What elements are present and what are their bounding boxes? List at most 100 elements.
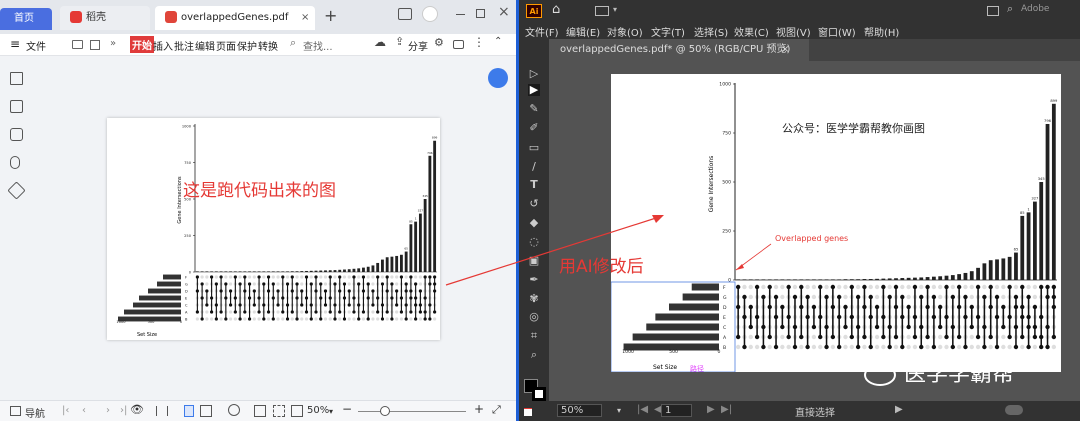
- prev-page-icon[interactable]: ‹: [82, 405, 86, 416]
- eyedropper-tool-icon[interactable]: ✒: [528, 274, 540, 286]
- single-page-icon[interactable]: [184, 405, 194, 417]
- chevron-up-icon[interactable]: ⌃: [494, 36, 502, 47]
- tab-home[interactable]: 首页: [0, 8, 52, 30]
- comment-panel-icon[interactable]: [10, 128, 23, 141]
- zoom-slider[interactable]: [358, 411, 466, 412]
- menu-effect[interactable]: 效果(C): [734, 24, 769, 39]
- zoom-slider-thumb[interactable]: [380, 406, 390, 416]
- ribbon-tab-edit[interactable]: 编辑: [195, 38, 215, 53]
- ai-zoom-value[interactable]: 50%: [557, 404, 603, 417]
- screen-icon[interactable]: [398, 8, 412, 20]
- workspace-dropdown-icon[interactable]: ▾: [613, 5, 617, 14]
- rotate-tool-icon[interactable]: ↺: [528, 198, 540, 210]
- tab-daoke[interactable]: 稻壳: [60, 6, 150, 30]
- search-icon[interactable]: ⌕: [290, 36, 296, 50]
- tab-kaishi[interactable]: 开始: [130, 36, 154, 53]
- more-icon[interactable]: ⋮: [473, 35, 485, 49]
- ribbon-tab-annotate[interactable]: 批注: [174, 38, 194, 53]
- ai-artboard-number[interactable]: 1: [661, 404, 693, 417]
- ai-next-artboard-icon[interactable]: ▶: [707, 404, 715, 415]
- lasso-tool-icon[interactable]: ◌: [528, 236, 540, 248]
- curvature-tool-icon[interactable]: ✐: [528, 122, 540, 134]
- menu-window[interactable]: 窗口(W): [818, 24, 856, 39]
- menu-edit[interactable]: 编辑(E): [566, 24, 600, 39]
- fit-width-icon[interactable]: [291, 405, 303, 417]
- blend-tool-icon[interactable]: ◎: [528, 311, 540, 323]
- eraser-tool-icon[interactable]: ◆: [528, 217, 540, 229]
- minimize-icon[interactable]: [456, 14, 465, 15]
- search-label[interactable]: Adobe: [1021, 4, 1049, 14]
- menu-file[interactable]: 文件(F): [525, 24, 559, 39]
- workspace-icon[interactable]: [595, 6, 609, 16]
- maximize-icon[interactable]: [476, 9, 485, 18]
- menu-view[interactable]: 视图(V): [776, 24, 811, 39]
- zoom-out-button[interactable]: −: [342, 402, 352, 416]
- split-icon[interactable]: [156, 406, 168, 416]
- zoom-value[interactable]: 50%: [307, 405, 329, 416]
- ai-status-arrow-icon[interactable]: ▶: [895, 404, 903, 415]
- file-menu[interactable]: 文件: [26, 38, 46, 53]
- zoom-in-button[interactable]: +: [474, 402, 484, 416]
- ai-zoom-dropdown-icon[interactable]: ▾: [617, 406, 621, 415]
- share-button[interactable]: 分享: [408, 38, 428, 53]
- ribbon-tab-convert[interactable]: 转换: [258, 38, 278, 53]
- image-icon[interactable]: [10, 100, 23, 113]
- home-icon[interactable]: ⌂: [552, 2, 560, 17]
- zoom-tool-icon[interactable]: ⌕: [528, 349, 540, 361]
- menu-object[interactable]: 对象(O): [607, 24, 643, 39]
- open-folder-icon[interactable]: [72, 40, 83, 49]
- comment-icon[interactable]: [453, 40, 464, 49]
- ai-last-artboard-icon[interactable]: ▶|: [721, 404, 732, 415]
- attachment-icon[interactable]: [10, 156, 20, 169]
- nav-label[interactable]: 导航: [25, 405, 45, 420]
- menu-help[interactable]: 帮助(H): [864, 24, 899, 39]
- signature-icon[interactable]: [7, 181, 26, 200]
- save-icon[interactable]: [90, 40, 100, 50]
- artboard-tool-icon[interactable]: ⌗: [528, 330, 540, 342]
- share-icon[interactable]: ⇪: [395, 35, 404, 48]
- close-icon[interactable]: ×: [781, 39, 789, 61]
- free-transform-tool-icon[interactable]: ▣: [528, 255, 540, 267]
- tab-pdf[interactable]: overlappedGenes.pdf ×: [155, 6, 315, 30]
- ribbon-tab-insert[interactable]: 插入: [153, 38, 173, 53]
- menu-type[interactable]: 文字(T): [651, 24, 685, 39]
- none-swatch-icon[interactable]: [524, 408, 532, 416]
- nav-icon[interactable]: [10, 406, 21, 416]
- search-icon[interactable]: ⌕: [1007, 2, 1013, 16]
- hamburger-icon[interactable]: ≡: [10, 37, 20, 51]
- menu-select[interactable]: 选择(S): [694, 24, 728, 39]
- double-page-icon[interactable]: [200, 405, 212, 417]
- bookmark-icon[interactable]: [10, 72, 23, 85]
- window-close-icon[interactable]: ×: [498, 4, 510, 20]
- play-icon[interactable]: [228, 404, 240, 416]
- ribbon-tab-page[interactable]: 页面: [216, 38, 236, 53]
- selection-tool-icon[interactable]: ▷: [528, 68, 540, 80]
- close-icon[interactable]: ×: [301, 6, 309, 30]
- ai-scrollbar-thumb[interactable]: [1005, 405, 1023, 415]
- fullscreen-icon[interactable]: ⤢: [492, 403, 501, 417]
- more-chevrons-icon[interactable]: »: [110, 38, 116, 49]
- ribbon-tab-protect[interactable]: 保护: [237, 38, 257, 53]
- doc-tab[interactable]: overlappedGenes.pdf* @ 50% (RGB/CPU 预览) ×: [549, 39, 809, 61]
- last-page-icon[interactable]: ›|: [120, 405, 127, 416]
- actual-size-icon[interactable]: [254, 405, 266, 417]
- direct-selection-tool-icon[interactable]: ▶: [528, 84, 540, 96]
- zoom-dropdown-icon[interactable]: ▾: [329, 407, 333, 416]
- new-tab-button[interactable]: +: [324, 6, 337, 25]
- settings-icon[interactable]: ⚙: [434, 36, 444, 49]
- search-input[interactable]: 查找...: [303, 38, 333, 53]
- stroke-swatch[interactable]: [532, 387, 546, 401]
- next-page-icon[interactable]: ›: [106, 405, 110, 416]
- avatar[interactable]: [422, 6, 438, 22]
- floating-tool-icon[interactable]: [488, 68, 508, 88]
- symbol-sprayer-tool-icon[interactable]: ✾: [528, 293, 540, 305]
- ai-first-artboard-icon[interactable]: |◀: [637, 404, 648, 415]
- cloud-icon[interactable]: ☁: [374, 35, 386, 49]
- pen-tool-icon[interactable]: ✎: [528, 103, 540, 115]
- fit-page-icon[interactable]: [273, 405, 285, 417]
- panel-icon[interactable]: [987, 6, 999, 16]
- brush-tool-icon[interactable]: /: [528, 161, 540, 173]
- rectangle-tool-icon[interactable]: ▭: [528, 142, 540, 154]
- first-page-icon[interactable]: |‹: [62, 405, 69, 416]
- eye-icon[interactable]: 👁: [130, 403, 144, 416]
